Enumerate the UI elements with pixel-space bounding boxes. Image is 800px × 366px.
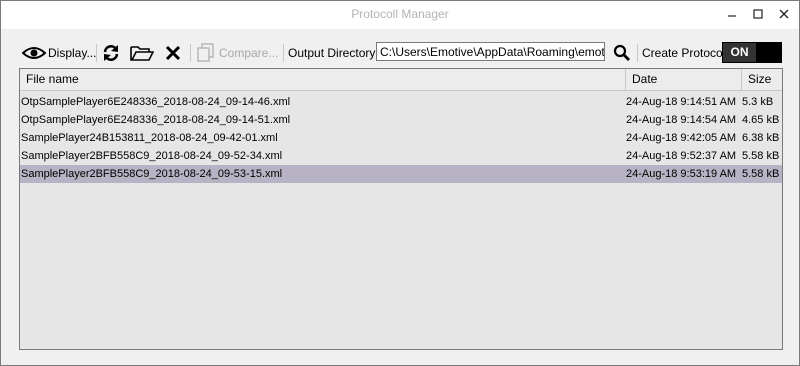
compare-button[interactable]: Compare... — [196, 39, 278, 67]
display-label: Display... — [48, 46, 97, 60]
eye-icon — [22, 45, 46, 61]
folder-open-icon — [130, 44, 154, 62]
browse-directory-button[interactable] — [613, 39, 631, 67]
date-cell: 24-Aug-18 9:14:51 AM — [626, 96, 737, 108]
table-row-selected[interactable]: SamplePlayer2BFB558C9_2018-08-24_09-53-1… — [20, 165, 782, 183]
grid-header: File name Date Size — [20, 69, 782, 91]
file-name-cell: OtpSamplePlayer6E248336_2018-08-24_09-14… — [21, 96, 291, 108]
protocoll-manager-window: Protocoll Manager Display... Compare... … — [0, 0, 800, 366]
size-cell: 5.58 kB — [742, 150, 780, 162]
create-protocol-label: Create Protocol — [642, 46, 726, 60]
file-name-cell: OtpSamplePlayer6E248336_2018-08-24_09-14… — [21, 114, 291, 126]
minimize-icon[interactable] — [725, 7, 739, 21]
date-cell: 24-Aug-18 9:42:05 AM — [626, 132, 737, 144]
file-name-cell: SamplePlayer24B153811_2018-08-24_09-42-0… — [21, 132, 278, 144]
toolbar-separator — [637, 44, 638, 62]
create-protocol-toggle[interactable]: ON — [722, 42, 782, 63]
output-directory-label: Output Directory — [288, 46, 376, 60]
search-icon — [613, 44, 631, 62]
column-header-file-name[interactable]: File name — [20, 69, 626, 90]
file-list-grid: File name Date Size OtpSamplePlayer6E248… — [19, 68, 783, 350]
date-cell: 24-Aug-18 9:53:19 AM — [626, 168, 737, 180]
maximize-icon[interactable] — [751, 7, 765, 21]
table-row[interactable]: SamplePlayer24B153811_2018-08-24_09-42-0… — [20, 129, 782, 147]
compare-label: Compare... — [219, 46, 279, 60]
size-cell: 4.65 kB — [742, 114, 780, 126]
table-row[interactable]: SamplePlayer2BFB558C9_2018-08-24_09-52-3… — [20, 147, 782, 165]
toggle-on-label: ON — [723, 43, 756, 62]
refresh-button[interactable] — [101, 39, 121, 67]
window-title: Protocoll Manager — [351, 7, 449, 21]
open-folder-button[interactable] — [130, 39, 154, 67]
column-header-size[interactable]: Size — [742, 69, 782, 90]
output-directory-input[interactable]: C:\Users\Emotive\AppData\Roaming\emotive — [376, 42, 605, 61]
size-cell: 5.3 kB — [742, 96, 774, 108]
toolbar-separator — [190, 44, 191, 62]
display-button[interactable]: Display... — [22, 39, 96, 67]
size-cell: 5.58 kB — [742, 168, 780, 180]
title-bar: Protocoll Manager — [1, 1, 799, 29]
toolbar: Display... Compare... Output Directory C… — [1, 39, 799, 67]
file-name-cell: SamplePlayer2BFB558C9_2018-08-24_09-52-3… — [21, 150, 283, 162]
size-cell: 6.38 kB — [742, 132, 780, 144]
close-icon[interactable] — [777, 7, 791, 21]
delete-button[interactable] — [165, 39, 181, 67]
toolbar-separator — [96, 44, 97, 62]
compare-documents-icon — [196, 43, 216, 63]
close-x-icon — [165, 45, 181, 61]
toolbar-separator — [283, 44, 284, 62]
date-cell: 24-Aug-18 9:52:37 AM — [626, 150, 737, 162]
column-header-date[interactable]: Date — [626, 69, 742, 90]
refresh-icon — [101, 43, 121, 63]
file-name-cell: SamplePlayer2BFB558C9_2018-08-24_09-53-1… — [21, 168, 283, 180]
date-cell: 24-Aug-18 9:14:54 AM — [626, 114, 737, 126]
table-row[interactable]: OtpSamplePlayer6E248336_2018-08-24_09-14… — [20, 111, 782, 129]
table-row[interactable]: OtpSamplePlayer6E248336_2018-08-24_09-14… — [20, 93, 782, 111]
